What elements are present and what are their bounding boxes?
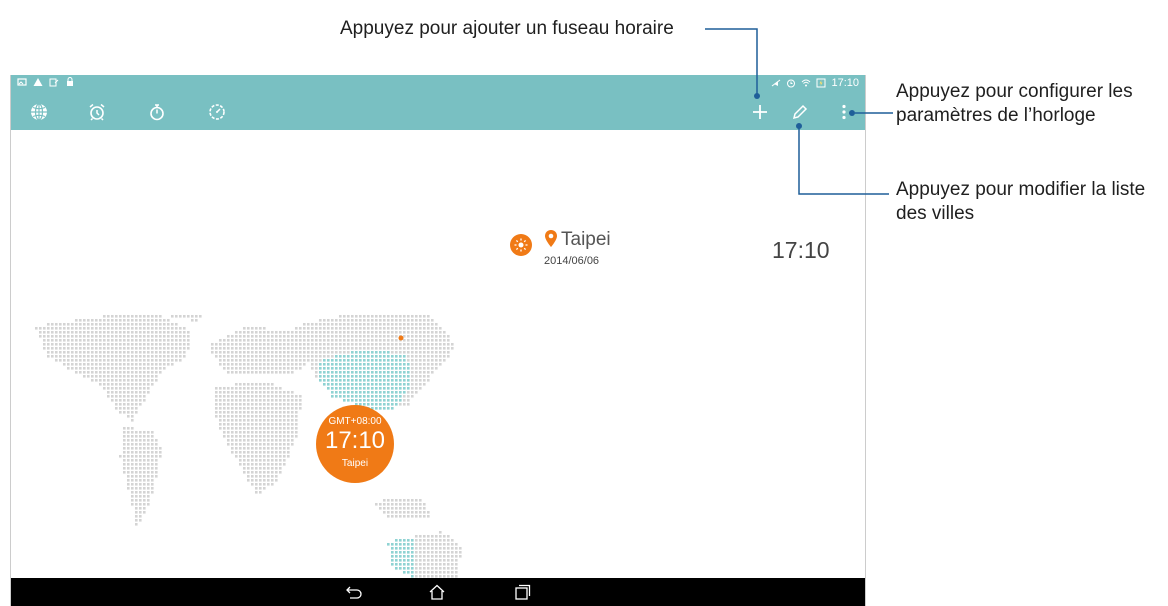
callout-settings-line1: Appuyez pour configurer les	[896, 81, 1133, 102]
bubble-city: Taipei	[341, 458, 369, 469]
bubble-gmt: GMT+08:00	[328, 416, 382, 427]
world-map	[35, 315, 462, 578]
callout-edit-line1: Appuyez pour modifier la liste	[896, 179, 1146, 200]
stopwatch-icon	[150, 104, 164, 121]
callout-add-timezone: Appuyez pour ajouter un fuseau horaire	[340, 18, 674, 39]
world-clock-icon	[31, 103, 47, 121]
alarm-tab[interactable]	[82, 97, 112, 127]
status-time: 17:10	[831, 77, 859, 89]
mute-icon	[772, 79, 781, 87]
signal-edit-icon	[49, 78, 59, 87]
timer-icon	[209, 104, 225, 120]
status-bar-left-icons	[17, 77, 75, 87]
add-icon	[753, 105, 767, 119]
image-icon	[17, 78, 27, 86]
home-button[interactable]	[425, 582, 449, 602]
overflow-menu-icon	[842, 104, 846, 120]
status-bar: 17:10	[11, 75, 865, 93]
world-clock-content: Taipei 2014/06/06 17:10 GMT+08:00 17:10 …	[11, 130, 865, 578]
wifi-icon	[802, 79, 811, 87]
lock-icon	[67, 77, 73, 86]
timer-tab[interactable]	[202, 97, 232, 127]
overflow-menu-button[interactable]	[829, 97, 859, 127]
recents-icon	[515, 584, 531, 600]
alarm-icon	[89, 103, 105, 121]
battery-charging-icon	[816, 78, 826, 88]
bubble-time: 17:10	[324, 427, 386, 454]
callout-edit-line2: des villes	[896, 203, 975, 224]
back-icon	[346, 586, 362, 599]
callout-settings: Appuyez pour configurer les paramètres d…	[896, 80, 1133, 128]
edit-icon	[792, 104, 808, 120]
home-icon	[429, 584, 445, 600]
world-clock-tab[interactable]	[24, 97, 54, 127]
stopwatch-tab[interactable]	[142, 97, 172, 127]
callout-settings-line2: paramètres de l’horloge	[896, 105, 1096, 126]
status-bar-right-icons: 17:10	[771, 77, 859, 89]
edit-cities-button[interactable]	[785, 97, 815, 127]
timezone-bubble[interactable]: GMT+08:00 17:10 Taipei	[316, 405, 394, 483]
back-button[interactable]	[342, 582, 366, 602]
device-screen: 17:10 Taipei 2014/06/06 17:10 GMT+08:00 …	[10, 75, 866, 606]
add-timezone-button[interactable]	[745, 97, 775, 127]
navigation-bar	[11, 578, 865, 606]
callout-edit: Appuyez pour modifier la liste des ville…	[896, 178, 1145, 226]
recents-button[interactable]	[510, 582, 534, 602]
action-bar	[11, 93, 865, 130]
warning-icon	[33, 78, 43, 86]
alarm-icon	[787, 79, 796, 88]
